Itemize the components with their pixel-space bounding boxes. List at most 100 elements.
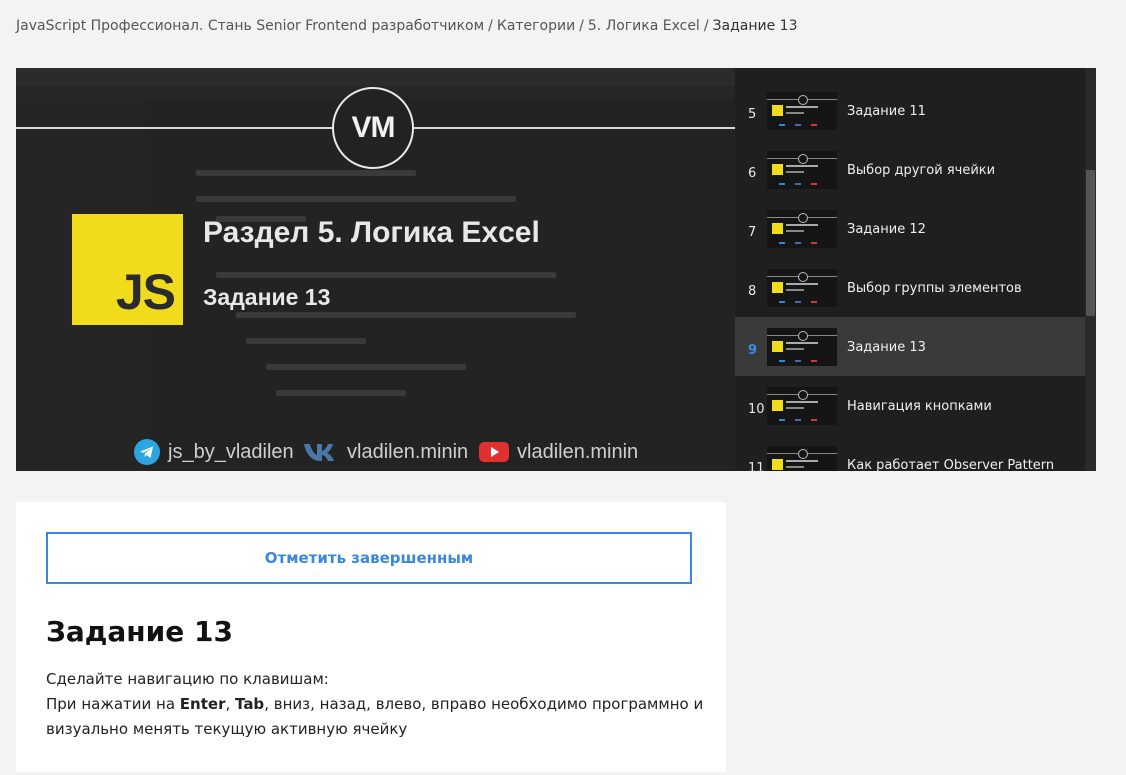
playlist-item-thumbnail (767, 387, 837, 425)
breadcrumb-link-section[interactable]: 5. Логика Excel (588, 18, 700, 34)
playlist-item[interactable]: 9 Задание 13 (735, 317, 1085, 376)
breadcrumb-link-course[interactable]: JavaScript Профессионал. Стань Senior Fr… (16, 18, 484, 34)
playlist-item-thumbnail (767, 210, 837, 248)
desc-text: При нажатии на (46, 695, 180, 713)
vk-icon (303, 441, 339, 463)
playlist-item[interactable]: 5 Задание 11 (735, 81, 1085, 140)
code-line (196, 196, 516, 202)
thumb-subtitle-line (786, 348, 804, 350)
playlist-item-thumbnail (767, 92, 837, 130)
playlist-item-thumbnail (767, 269, 837, 307)
thumb-subtitle-line (786, 171, 804, 173)
thumb-title-line (786, 106, 818, 108)
thumb-subtitle-line (786, 466, 804, 468)
thumb-title-line (786, 342, 818, 344)
code-line (196, 170, 416, 176)
video-subtitle: Задание 13 (203, 284, 331, 310)
playlist-item-title: Задание 11 (847, 104, 926, 119)
thumb-js-logo (772, 282, 783, 293)
social-telegram: js_by_vladilen (134, 439, 294, 465)
playlist-item-number: 8 (748, 284, 757, 299)
playlist-item-thumbnail (767, 151, 837, 189)
thumb-js-logo (772, 341, 783, 352)
thumb-vm-logo (798, 154, 808, 164)
playlist-item-title: Выбор другой ячейки (847, 163, 996, 178)
playlist-item[interactable]: 10 Навигация кнопками (735, 376, 1085, 435)
playlist-item[interactable]: 6 Выбор другой ячейки (735, 140, 1085, 199)
playlist-item-title: Навигация кнопками (847, 399, 992, 414)
thumb-vm-logo (798, 213, 808, 223)
playlist-item-number: 9 (748, 343, 758, 358)
thumb-social-strip (779, 183, 823, 185)
thumb-social-strip (779, 124, 823, 126)
code-line (236, 312, 576, 318)
thumb-title-line (786, 460, 818, 462)
vm-logo: VM (332, 87, 414, 169)
youtube-icon (479, 441, 509, 463)
breadcrumb: JavaScript Профессионал. Стань Senior Fr… (16, 18, 798, 34)
thumb-subtitle-line (786, 289, 804, 291)
mark-complete-button[interactable]: Отметить завершенным (46, 532, 692, 584)
thumb-title-line (786, 401, 818, 403)
playlist-scrollbar-thumb[interactable] (1086, 170, 1095, 316)
code-line (276, 390, 406, 396)
breadcrumb-link-categories[interactable]: Категории (497, 18, 575, 34)
playlist-item-title: Как работает Observer Pattern (847, 458, 1055, 471)
breadcrumb-separator: / (488, 18, 493, 34)
video-player[interactable]: VM JS Раздел 5. Логика Excel Задание 13 … (16, 68, 1096, 471)
thumb-vm-logo (798, 272, 808, 282)
playlist-item[interactable]: 8 Выбор группы элементов (735, 258, 1085, 317)
playlist-item[interactable]: 11 Как работает Observer Pattern (735, 435, 1085, 471)
youtube-handle: vladilen.minin (517, 440, 639, 463)
thumb-js-logo (772, 105, 783, 116)
key-tab: Tab (235, 695, 265, 713)
key-enter: Enter (179, 695, 226, 713)
lesson-description: Сделайте навигацию по клавишам: При нажа… (46, 667, 706, 742)
playlist-item-number: 6 (748, 166, 757, 181)
thumb-vm-logo (798, 95, 808, 105)
thumb-subtitle-line (786, 230, 804, 232)
video-frame[interactable]: VM JS Раздел 5. Логика Excel Задание 13 … (16, 68, 735, 471)
thumb-social-strip (779, 301, 823, 303)
playlist-item-number: 7 (748, 225, 757, 240)
breadcrumb-current: Задание 13 (712, 18, 798, 34)
playlist-item-title: Выбор группы элементов (847, 281, 1022, 296)
js-logo: JS (72, 214, 183, 325)
social-youtube: vladilen.minin (479, 440, 638, 464)
lesson-title: Задание 13 (46, 615, 233, 648)
thumb-title-line (786, 165, 818, 167)
thumb-social-strip (779, 360, 823, 362)
thumb-js-logo (772, 459, 783, 470)
playlist-panel[interactable]: 5 Задание 11 6 Выбор другой ячейки 7 Задание … (735, 68, 1096, 471)
telegram-handle: js_by_vladilen (168, 440, 294, 463)
thumb-vm-logo (798, 390, 808, 400)
code-line (216, 272, 556, 278)
js-logo-text: JS (115, 264, 176, 320)
thumb-subtitle-line (786, 407, 804, 409)
code-line (246, 338, 366, 344)
ide-titlebar-bg (16, 68, 735, 86)
breadcrumb-separator: / (579, 18, 584, 34)
playlist-item-number: 10 (748, 402, 765, 417)
playlist-item-title: Задание 13 (847, 340, 926, 355)
code-line (266, 364, 466, 370)
thumb-title-line (786, 283, 818, 285)
playlist-item-title: Задание 12 (847, 222, 926, 237)
thumb-vm-logo (798, 449, 808, 459)
video-title: Раздел 5. Логика Excel (203, 216, 540, 249)
thumb-js-logo (772, 223, 783, 234)
vk-handle: vladilen.minin (347, 440, 469, 463)
thumb-subtitle-line (786, 112, 804, 114)
breadcrumb-separator: / (703, 18, 709, 34)
playlist-item-number: 5 (748, 107, 757, 122)
playlist-item-thumbnail (767, 446, 837, 471)
thumb-js-logo (772, 164, 783, 175)
telegram-icon (134, 439, 160, 465)
playlist-item-number: 11 (748, 461, 765, 471)
desc-line-1: Сделайте навигацию по клавишам: (46, 670, 329, 688)
thumb-title-line (786, 224, 818, 226)
thumb-vm-logo (798, 331, 808, 341)
thumb-social-strip (779, 419, 823, 421)
playlist-item[interactable]: 7 Задание 12 (735, 199, 1085, 258)
social-vk: vladilen.minin (303, 440, 468, 464)
